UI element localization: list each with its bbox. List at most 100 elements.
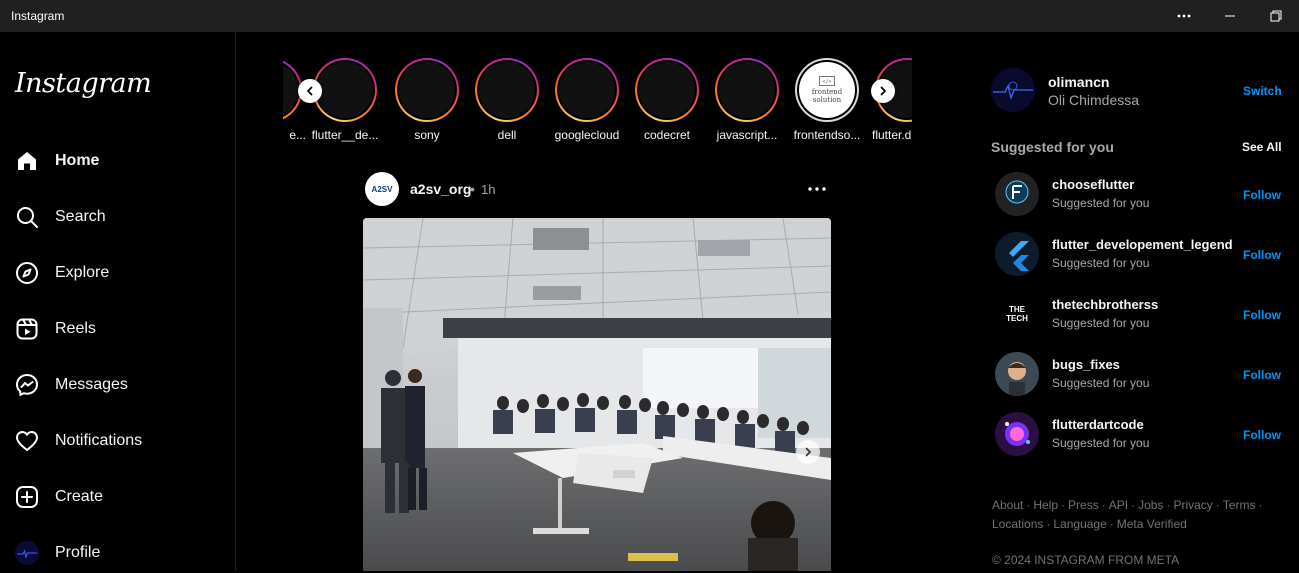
follow-button[interactable]: Follow	[1243, 308, 1281, 322]
follow-button[interactable]: Follow	[1243, 368, 1281, 382]
nav-notifications[interactable]: Notifications	[14, 421, 142, 461]
suggestion-username[interactable]: flutter_developement_legend	[1052, 237, 1233, 252]
nav-label: Home	[55, 152, 100, 169]
reels-icon	[14, 316, 40, 342]
suggestion-subtitle: Suggested for you	[1052, 316, 1150, 330]
footer-link[interactable]: Meta Verified	[1117, 517, 1187, 531]
current-account-username[interactable]: olimancn	[1048, 74, 1109, 90]
footer-link[interactable]: Help	[1033, 498, 1058, 512]
suggestion-username[interactable]: bugs_fixes	[1052, 357, 1120, 372]
more-options-icon[interactable]	[1161, 0, 1207, 32]
suggestion-subtitle: Suggested for you	[1052, 436, 1150, 450]
story-label: frontendso...	[793, 128, 861, 142]
suggestion-avatar-text: THE TECH	[1006, 305, 1028, 323]
story-item[interactable]: dell	[467, 56, 547, 142]
nav-profile[interactable]: Profile	[14, 533, 100, 573]
suggestion-avatar[interactable]	[995, 412, 1039, 456]
suggestion-avatar[interactable]	[995, 172, 1039, 216]
suggestion-item: THE TECH thetechbrotherss Suggested for …	[995, 292, 1285, 338]
nav-home[interactable]: Home	[14, 141, 99, 181]
window-titlebar: Instagram	[0, 0, 1299, 32]
home-icon	[14, 148, 40, 174]
post-author-username[interactable]: a2sv_org	[410, 181, 471, 197]
story-item[interactable]: codecret	[627, 56, 707, 142]
footer-link[interactable]: About	[992, 498, 1023, 512]
suggested-heading: Suggested for you	[991, 139, 1114, 155]
suggestion-username[interactable]: chooseflutter	[1052, 177, 1134, 192]
follow-button[interactable]: Follow	[1243, 188, 1281, 202]
story-label: codecret	[643, 128, 691, 142]
post-image[interactable]	[363, 218, 831, 571]
nav-messages[interactable]: Messages	[14, 365, 128, 405]
suggestion-username[interactable]: thetechbrotherss	[1052, 297, 1158, 312]
suggestion-item: chooseflutter Suggested for you Follow	[995, 172, 1285, 218]
suggestion-subtitle: Suggested for you	[1052, 196, 1150, 210]
nav-explore[interactable]: Explore	[14, 253, 109, 293]
footer-link[interactable]: Language	[1053, 517, 1106, 531]
current-account-avatar[interactable]	[991, 68, 1035, 112]
window-title: Instagram	[11, 9, 65, 23]
footer-link[interactable]: Privacy	[1173, 498, 1212, 512]
story-label: sony	[414, 128, 440, 142]
footer-links: About · Help · Press · API · Jobs · Privacy · Terms ·…	[992, 498, 1263, 531]
footer-link[interactable]: API	[1109, 498, 1128, 512]
follow-button[interactable]: Follow	[1243, 428, 1281, 442]
stories-tray: e... flutter__de... sony dell googleclou…	[283, 56, 912, 146]
chevron-right-icon	[805, 447, 811, 457]
story-item[interactable]: sony	[387, 56, 467, 142]
instagram-logo[interactable]: Instagram	[15, 68, 152, 99]
footer-link[interactable]: Press	[1068, 498, 1099, 512]
nav-label: Messages	[55, 376, 128, 393]
story-label: javascript...	[716, 128, 778, 142]
search-icon	[14, 204, 40, 230]
post-more-icon[interactable]	[805, 177, 829, 201]
copyright: © 2024 INSTAGRAM FROM META	[992, 553, 1180, 567]
story-label: dell	[497, 128, 517, 142]
nav-reels[interactable]: Reels	[14, 309, 96, 349]
story-label: flutter__de...	[311, 128, 379, 142]
footer-link[interactable]: Locations	[992, 517, 1043, 531]
story-item[interactable]: googlecloud	[547, 56, 627, 142]
story-label: flutter.d...	[872, 128, 912, 142]
suggestion-avatar[interactable]: THE TECH	[995, 292, 1039, 336]
profile-avatar	[14, 540, 40, 566]
heart-icon	[14, 428, 40, 454]
story-item[interactable]: javascript...	[707, 56, 787, 142]
current-account-fullname: Oli Chimdessa	[1048, 92, 1140, 108]
suggestion-avatar[interactable]	[995, 232, 1039, 276]
minimize-icon[interactable]	[1207, 0, 1253, 32]
nav-label: Notifications	[55, 432, 143, 449]
see-all-link[interactable]: See All	[1242, 140, 1282, 154]
chevron-right-icon	[880, 86, 886, 96]
messenger-icon	[14, 372, 40, 398]
separator-dot: •	[470, 181, 475, 197]
frontend-solution-logo: </> frontend solution	[799, 62, 855, 118]
post-header: A2SV a2sv_org • 1h	[365, 172, 833, 206]
story-item[interactable]: </> frontend solution frontendso...	[787, 56, 867, 142]
stories-prev-button[interactable]	[298, 79, 322, 103]
post-author-avatar[interactable]: A2SV	[365, 172, 399, 206]
switch-account-link[interactable]: Switch	[1243, 84, 1282, 98]
nav-label: Create	[55, 488, 104, 505]
suggestion-item: bugs_fixes Suggested for you Follow	[995, 352, 1285, 398]
photo-next-button[interactable]	[796, 440, 820, 464]
stories-next-button[interactable]	[871, 79, 895, 103]
suggestion-username[interactable]: flutterdartcode	[1052, 417, 1144, 432]
nav-search[interactable]: Search	[14, 197, 106, 237]
compass-icon	[14, 260, 40, 286]
classroom-photo	[363, 218, 831, 571]
nav-label: Search	[55, 208, 106, 225]
chevron-left-icon	[307, 86, 313, 96]
story-label: googlecloud	[554, 128, 620, 142]
suggestion-subtitle: Suggested for you	[1052, 376, 1150, 390]
restore-icon[interactable]	[1253, 0, 1299, 32]
footer-link[interactable]: Terms	[1223, 498, 1256, 512]
suggestion-subtitle: Suggested for you	[1052, 256, 1150, 270]
suggestion-avatar[interactable]	[995, 352, 1039, 396]
nav-label: Explore	[55, 264, 110, 281]
nav-create[interactable]: Create	[14, 477, 103, 517]
svg-text:</>: </>	[822, 79, 831, 85]
footer-link[interactable]: Jobs	[1138, 498, 1163, 512]
follow-button[interactable]: Follow	[1243, 248, 1281, 262]
nav-label: Reels	[55, 320, 96, 337]
